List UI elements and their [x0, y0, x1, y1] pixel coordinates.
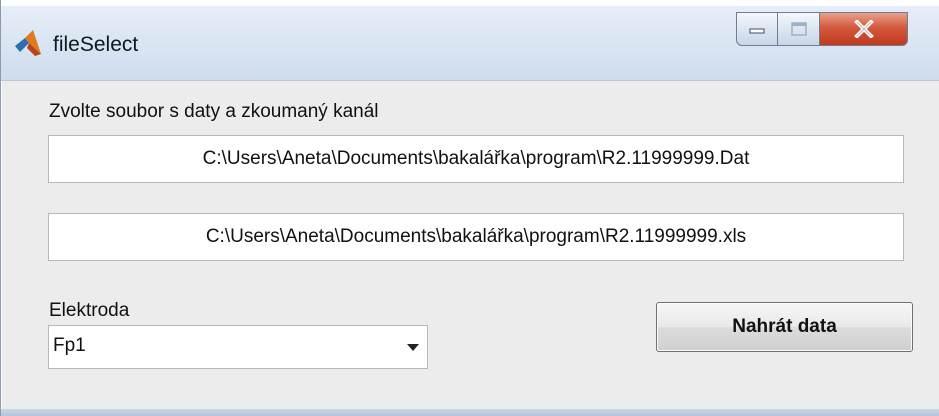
load-data-button[interactable]: Nahrát data [656, 302, 913, 352]
maximize-button[interactable] [778, 12, 820, 46]
minimize-button[interactable] [736, 12, 778, 46]
electrode-label: Elektroda [49, 300, 130, 321]
file-select-window: fileSelect Zvolte soubor s daty a zkouma… [0, 0, 939, 416]
caption-buttons [736, 12, 932, 46]
maximize-icon [790, 22, 807, 36]
dropdown-arrow-icon[interactable] [407, 344, 419, 351]
instruction-label: Zvolte soubor s daty a zkoumaný kanál [49, 101, 379, 122]
matlab-logo-icon [15, 30, 41, 56]
window-title: fileSelect [53, 33, 139, 56]
minimize-icon [749, 28, 765, 34]
title-bar[interactable]: fileSelect [1, 6, 939, 81]
window-bottom-border [1, 409, 939, 416]
electrode-select[interactable]: Fp1 [48, 325, 428, 369]
electrode-selected-value: Fp1 [53, 335, 86, 356]
close-button[interactable] [820, 12, 908, 46]
close-icon [853, 20, 874, 38]
data-file-path-field[interactable]: C:\Users\Aneta\Documents\bakalářka\progr… [48, 135, 904, 183]
xls-file-path-field[interactable]: C:\Users\Aneta\Documents\bakalářka\progr… [48, 213, 904, 261]
dialog-content: Zvolte soubor s daty a zkoumaný kanál C:… [2, 81, 939, 409]
